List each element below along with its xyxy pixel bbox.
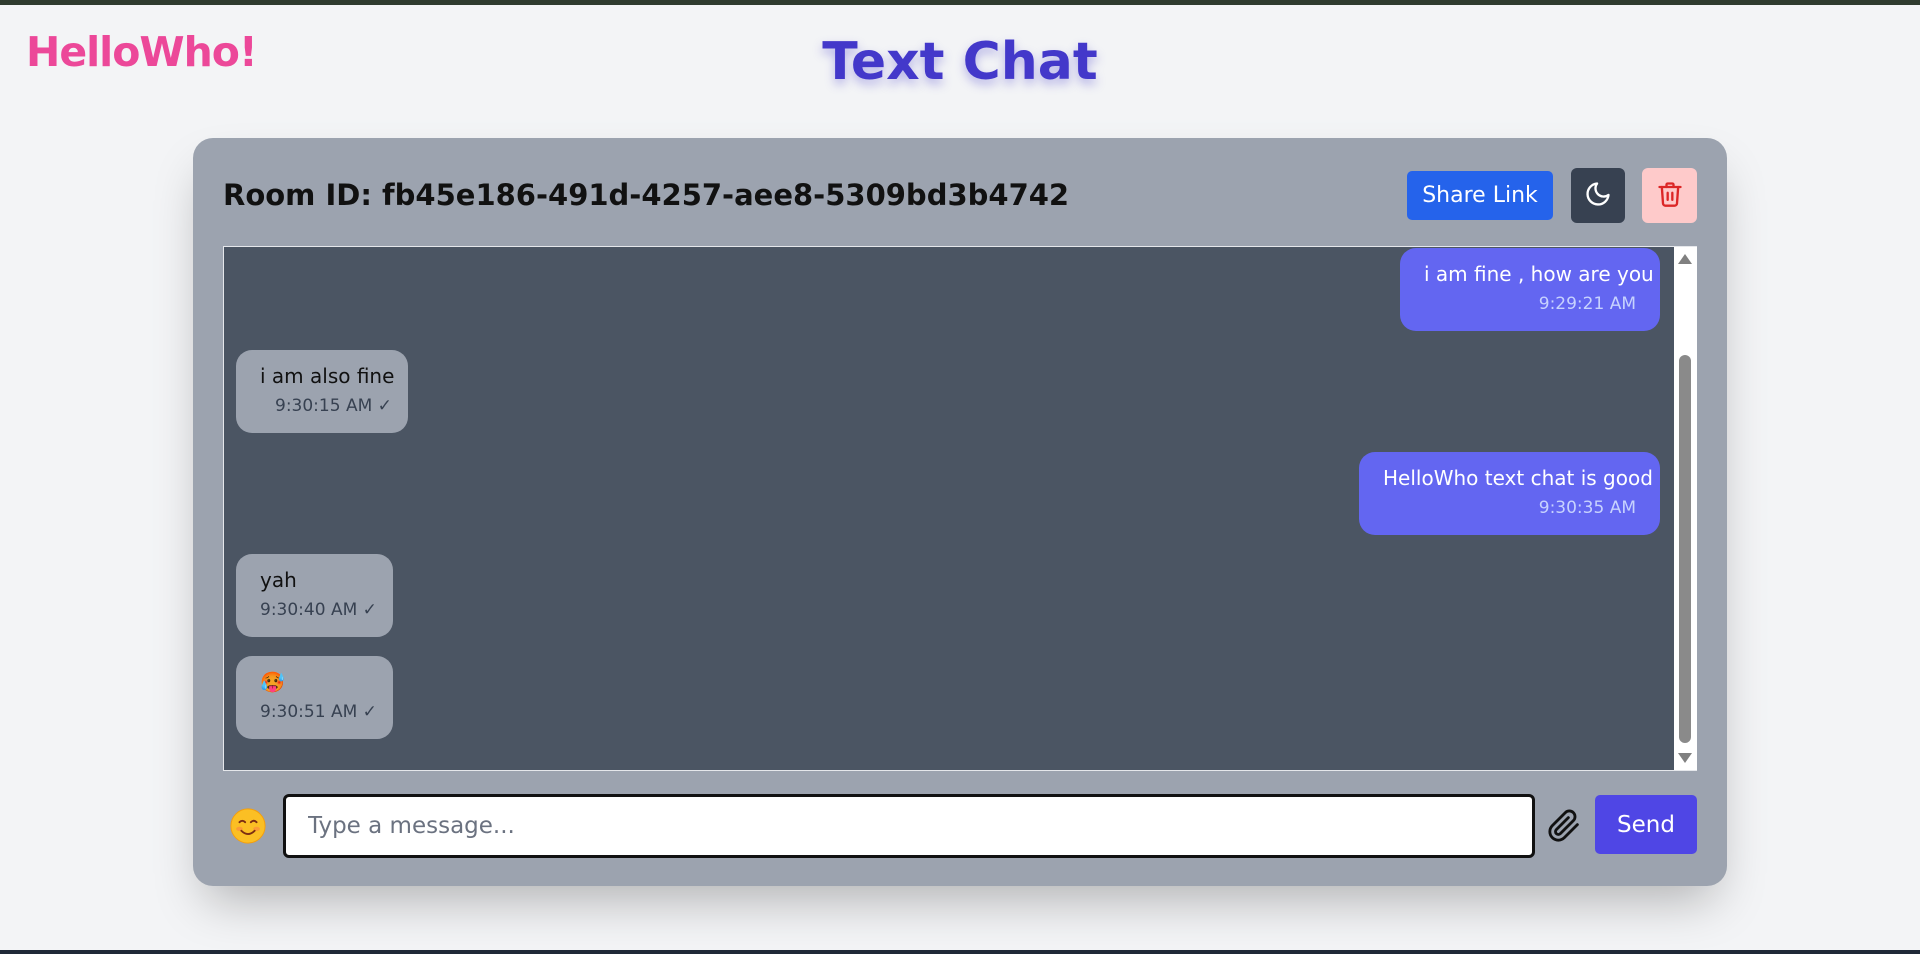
- message-bubble-outgoing: HelloWho text chat is good 9:30:35 AM: [1359, 452, 1660, 535]
- theme-toggle-button[interactable]: [1571, 168, 1625, 223]
- emoji-picker-button[interactable]: [228, 808, 268, 848]
- share-link-button[interactable]: Share Link: [1407, 171, 1553, 220]
- message-time: 9:30:35 AM: [1538, 498, 1636, 518]
- message-text: i am fine , how are you: [1424, 262, 1654, 286]
- page-title: Text Chat: [822, 32, 1098, 92]
- attach-file-button[interactable]: [1544, 808, 1584, 848]
- smiley-icon: [229, 807, 267, 849]
- send-button[interactable]: Send: [1595, 795, 1697, 854]
- message-bubble-incoming: i am also fine 9:30:15 AM ✓: [236, 350, 408, 433]
- message-time: 9:30:51 AM ✓: [260, 702, 377, 722]
- room-id: Room ID: fb45e186-491d-4257-aee8-5309bd3…: [223, 178, 1070, 212]
- message-input[interactable]: [283, 794, 1535, 858]
- scroll-down-arrow[interactable]: [1678, 753, 1692, 763]
- message-text: yah: [260, 568, 297, 592]
- message-time: 9:30:15 AM ✓: [275, 396, 392, 416]
- scroll-up-arrow[interactable]: [1678, 254, 1692, 264]
- message-time: 9:30:40 AM ✓: [260, 600, 377, 620]
- scroll-thumb[interactable]: [1679, 355, 1691, 743]
- bottom-border: [0, 950, 1920, 954]
- message-time: 9:29:21 AM: [1538, 294, 1636, 314]
- delete-room-button[interactable]: [1642, 168, 1697, 223]
- message-text: HelloWho text chat is good: [1383, 466, 1653, 490]
- chat-card: Room ID: fb45e186-491d-4257-aee8-5309bd3…: [193, 138, 1727, 886]
- moon-icon: [1584, 180, 1612, 212]
- message-list[interactable]: i am fine , how are you 9:29:21 AM i am …: [223, 246, 1697, 771]
- message-scrollbar[interactable]: [1674, 247, 1697, 770]
- message-text: i am also fine: [260, 364, 395, 388]
- top-strip: [0, 0, 1920, 5]
- message-bubble-outgoing: i am fine , how are you 9:29:21 AM: [1400, 248, 1660, 331]
- message-text: 🥵: [260, 670, 285, 694]
- paperclip-icon: [1547, 809, 1581, 847]
- trash-icon: [1656, 180, 1684, 212]
- message-bubble-incoming: 🥵 9:30:51 AM ✓: [236, 656, 393, 739]
- message-bubble-incoming: yah 9:30:40 AM ✓: [236, 554, 393, 637]
